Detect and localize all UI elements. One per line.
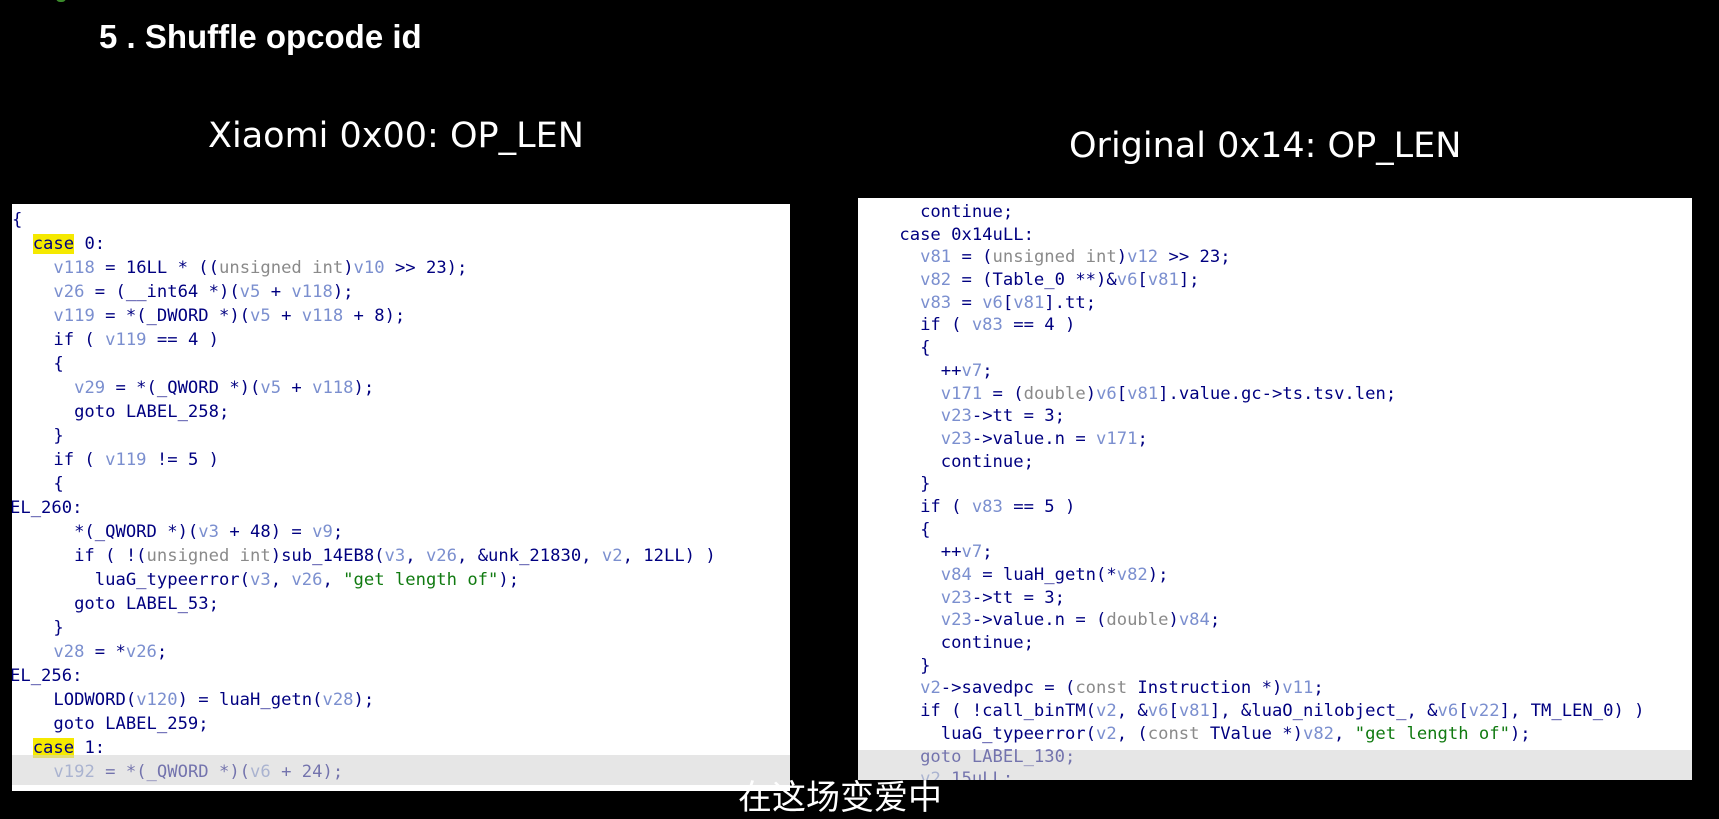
code-line: ++v7; [858, 360, 993, 381]
code-line: v23->value.n = v171; [940, 428, 1148, 449]
code-line: v23->tt = 3; [940, 406, 1065, 427]
code-line: goto LABEL_259; [12, 714, 209, 734]
code-line: v83 = v6[v81].tt; [920, 292, 1097, 313]
code-line: if ( !call_binTM(v2, &v6[v81], &luaO_nil… [858, 701, 1645, 722]
code-line: goto LABEL_258; [12, 402, 230, 422]
code-line: EL_260: [12, 498, 83, 518]
left-panel-caption: Xiaomi 0x00: OP_LEN [208, 116, 584, 156]
code-line: luaG_typeerror(v2, (const TValue *)v82, … [858, 723, 1531, 744]
code-line: v28 = *v26; [53, 642, 168, 662]
code-line: if ( v83 == 4 ) [858, 315, 1076, 336]
code-line: v26 = (__int64 *)(v5 + v118); [53, 282, 354, 302]
code-line: } [12, 426, 64, 446]
code-line: v23->value.n = (double)v84; [940, 610, 1221, 631]
video-subtitle: 在这场变爱中 [738, 778, 942, 818]
original-code-listing: continue; case 0x14uLL: v81 = (unsigned … [858, 201, 1692, 780]
code-line: v84 = luaH_getn(*v82); [940, 565, 1169, 585]
right-video-overlay-bar [858, 750, 1692, 780]
left-video-overlay-bar [12, 755, 790, 785]
code-line: v118 = 16LL * ((unsigned int)v10 >> 23); [53, 258, 468, 278]
xiaomi-code-listing: { case 0: v118 = 16LL * ((unsigned int)v… [12, 208, 790, 784]
code-line: if ( v83 == 5 ) [858, 496, 1076, 517]
original-code-panel: continue; case 0x14uLL: v81 = (unsigned … [858, 198, 1692, 780]
code-line: } [12, 618, 64, 638]
code-line: { [12, 354, 64, 374]
code-line: { [12, 474, 64, 494]
code-line: } [858, 474, 931, 495]
code-line: v29 = *(_QWORD *)(v5 + v118); [74, 378, 375, 398]
corner-mark [56, 0, 66, 2]
code-line: case 0: [32, 234, 106, 254]
code-line: v23->tt = 3; [940, 587, 1065, 608]
code-line: continue; [858, 202, 1014, 222]
code-line: goto LABEL_53; [12, 594, 219, 614]
code-line: { [858, 519, 931, 540]
xiaomi-code-panel: { case 0: v118 = 16LL * ((unsigned int)v… [12, 204, 790, 791]
code-line: v82 = (Table_0 **)&v6[v81]; [920, 270, 1200, 291]
code-line: luaG_typeerror(v3, v26, "get length of")… [12, 570, 520, 590]
code-line: if ( v119 != 5 ) [12, 450, 219, 470]
code-line: { [12, 210, 23, 230]
code-line: ++v7; [858, 542, 993, 563]
code-line: LODWORD(v120) = luaH_getn(v28); [12, 690, 375, 710]
code-line: EL_256: [12, 666, 83, 686]
code-line: *(_QWORD *)(v3 + 48) = v9; [12, 522, 344, 542]
code-line: v81 = (unsigned int)v12 >> 23; [920, 247, 1231, 268]
code-line: v171 = (double)v6[v81].value.gc->ts.tsv.… [940, 383, 1397, 404]
code-line: if ( !(unsigned int)sub_14EB8(v3, v26, &… [12, 546, 716, 566]
right-panel-caption: Original 0x14: OP_LEN [1069, 126, 1462, 166]
code-line: { [858, 338, 931, 359]
code-line: } [858, 655, 931, 676]
code-line: continue; [858, 451, 1034, 472]
code-line: case 0x14uLL: [858, 224, 1034, 245]
code-line: continue; [858, 633, 1034, 654]
slide-title: 5 . Shuffle opcode id [99, 18, 422, 55]
code-line: v2->savedpc = (const Instruction *)v11; [920, 678, 1324, 699]
code-line: if ( v119 == 4 ) [12, 330, 219, 350]
code-line: v119 = *(_DWORD *)(v5 + v118 + 8); [53, 306, 406, 326]
